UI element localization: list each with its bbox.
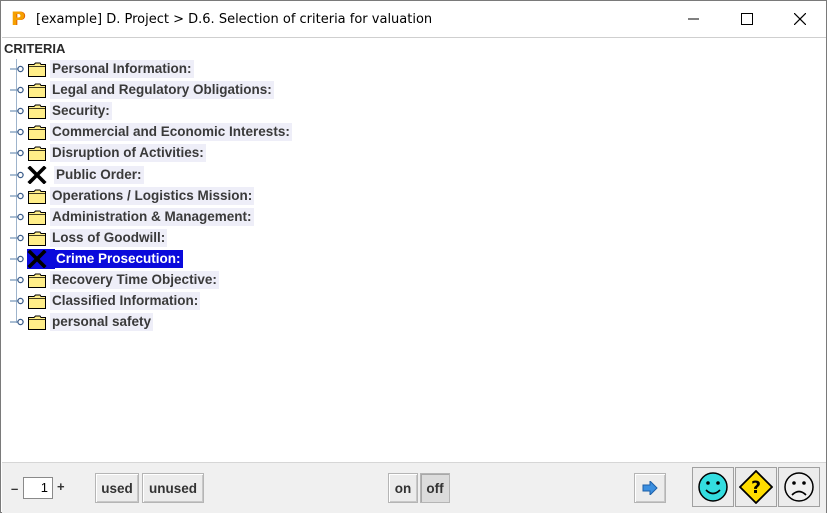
expand-handle-icon[interactable] (10, 128, 24, 136)
maximize-icon (740, 13, 753, 25)
increment-button[interactable]: + (57, 479, 65, 494)
approve-button[interactable] (692, 467, 734, 507)
x-mark-icon (27, 165, 47, 184)
criteria-tree: CRITERIA Personal Information: Legal and … (2, 37, 826, 463)
expand-handle-icon[interactable] (10, 255, 24, 263)
used-button[interactable]: used (95, 473, 139, 503)
tree-node-label: Commercial and Economic Interests: (50, 123, 292, 142)
tree-node-label: Crime Prosecution: (54, 249, 183, 268)
folder-icon (28, 125, 46, 141)
app-window: P [example] D. Project > D.6. Selection … (0, 0, 827, 513)
folder-icon (28, 189, 46, 204)
minimize-button[interactable] (667, 1, 720, 37)
arrow-right-icon (642, 481, 658, 495)
tree-node-label: Disruption of Activities: (50, 144, 206, 163)
folder-icon (28, 83, 46, 99)
tree-node-label: Recovery Time Objective: (50, 271, 219, 289)
expand-handle-icon[interactable] (10, 234, 24, 242)
folder-icon (28, 146, 46, 162)
expand-handle-icon[interactable] (10, 86, 24, 94)
tree-node-label: Public Order: (54, 165, 144, 184)
app-logo-icon: P (11, 8, 25, 30)
tree-node-label: Classified Information: (50, 292, 201, 311)
tree-node-label: Security: (50, 102, 112, 121)
unused-button[interactable]: unused (142, 473, 204, 503)
expand-handle-icon[interactable] (10, 171, 24, 179)
off-button[interactable]: off (420, 473, 450, 503)
tree-node-label: Administration & Management: (50, 207, 254, 226)
unsure-button[interactable]: ? (735, 467, 777, 507)
folder-icon (28, 231, 46, 246)
next-button[interactable] (634, 473, 666, 503)
tree-node-label: Operations / Logistics Mission: (50, 186, 255, 205)
svg-text:?: ? (751, 478, 761, 498)
expand-handle-icon[interactable] (10, 276, 24, 284)
expand-handle-icon[interactable] (10, 213, 24, 221)
folder-icon (28, 294, 46, 310)
level-input[interactable]: 1 (23, 477, 53, 499)
expand-handle-icon[interactable] (10, 65, 24, 73)
expand-handle-icon[interactable] (10, 318, 24, 326)
folder-icon (28, 104, 46, 120)
folder-icon (28, 62, 46, 77)
reject-button[interactable] (778, 467, 820, 507)
window-title: [example] D. Project > D.6. Selection of… (36, 11, 433, 27)
title-bar: P [example] D. Project > D.6. Selection … (1, 1, 826, 37)
folder-icon (28, 273, 46, 288)
tree-node-label: Loss of Goodwill: (50, 228, 168, 247)
maximize-button[interactable] (720, 1, 773, 37)
window-controls (667, 1, 826, 37)
smiley-sad-icon (784, 472, 814, 502)
tree-node-label: Personal Information: (50, 60, 194, 78)
expand-handle-icon[interactable] (10, 107, 24, 115)
on-button[interactable]: on (388, 473, 418, 503)
expand-handle-icon[interactable] (10, 149, 24, 157)
bottom-toolbar: – 1 + used unused on off ? (2, 463, 826, 513)
close-button[interactable] (773, 1, 826, 37)
tree-node-label: personal safety (50, 313, 154, 332)
smiley-happy-icon (698, 472, 728, 502)
folder-icon (28, 315, 46, 331)
decrement-button[interactable]: – (11, 481, 18, 496)
tree-root-label[interactable]: CRITERIA (4, 41, 65, 56)
expand-handle-icon[interactable] (10, 192, 24, 200)
minimize-icon (687, 18, 699, 20)
tree-node-label: Legal and Regulatory Obligations: (50, 81, 274, 100)
folder-icon (28, 210, 46, 225)
x-mark-icon (27, 249, 47, 268)
close-icon (793, 13, 806, 25)
expand-handle-icon[interactable] (10, 297, 24, 305)
warning-question-icon: ? (739, 470, 773, 504)
